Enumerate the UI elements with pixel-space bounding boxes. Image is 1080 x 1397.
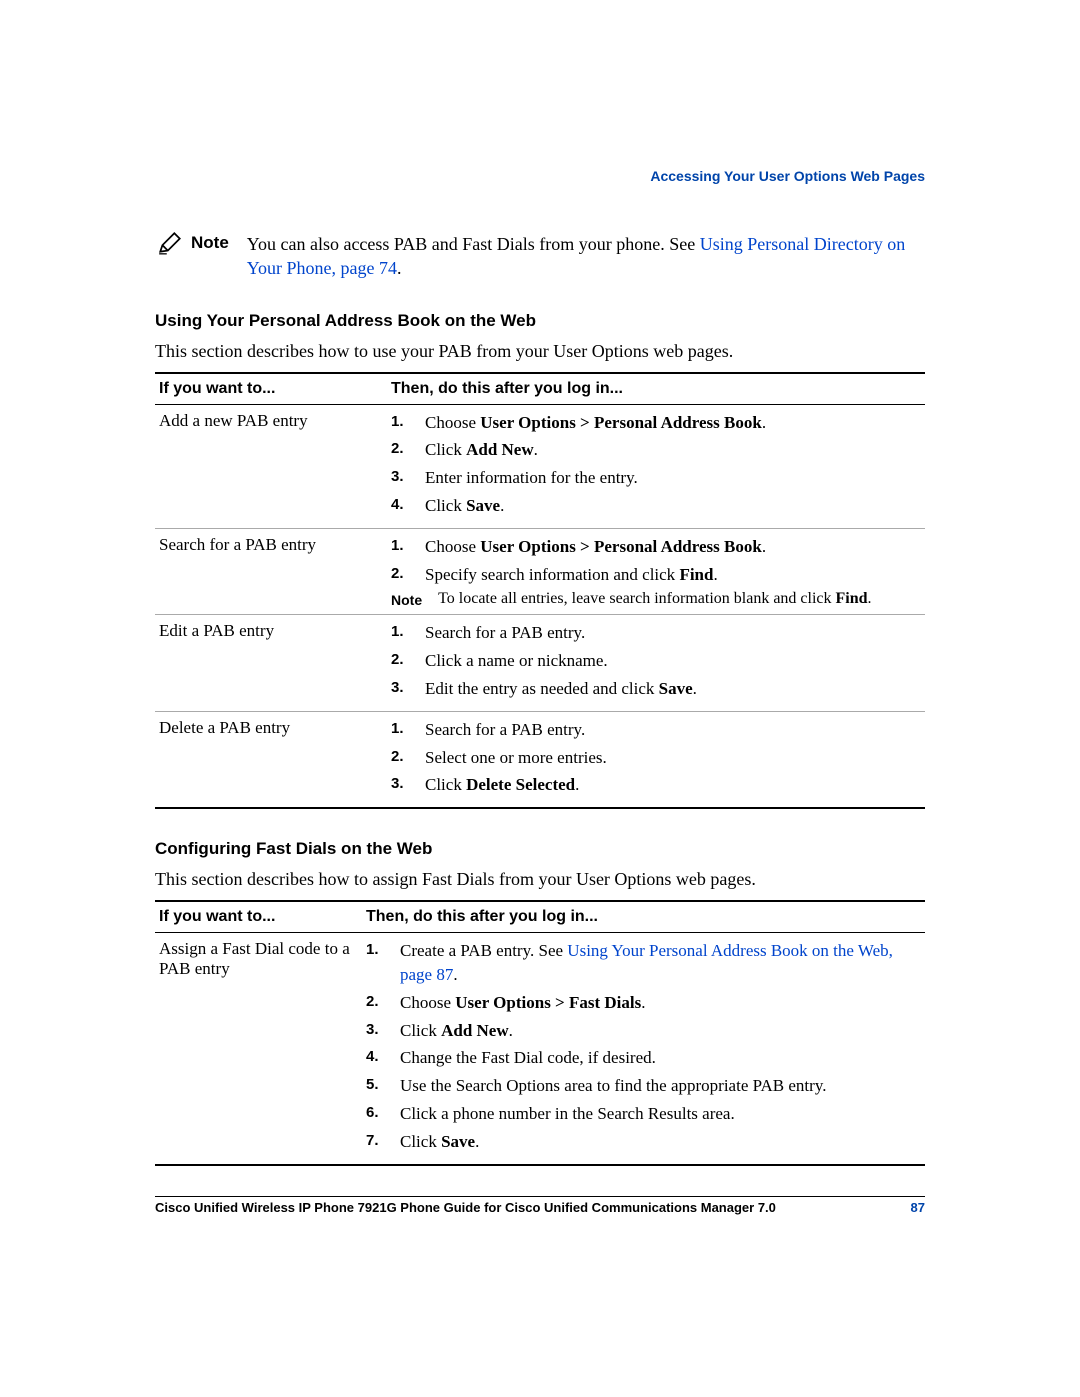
step-text: Click a name or nickname. xyxy=(425,651,608,670)
inner-note-label: Note xyxy=(391,590,422,608)
step-text: Search for a PAB entry. xyxy=(425,720,585,739)
note-suffix: . xyxy=(397,258,402,278)
step-text: . xyxy=(693,679,697,698)
step-text: Choose xyxy=(425,537,480,556)
document-page: Accessing Your User Options Web Pages No… xyxy=(0,0,1080,1397)
step-text: . xyxy=(641,993,645,1012)
step-text: Click a phone number in the Search Resul… xyxy=(400,1104,735,1123)
cell-if: Delete a PAB entry xyxy=(155,711,387,808)
th-if: If you want to... xyxy=(155,901,362,933)
step-text: Search for a PAB entry. xyxy=(425,623,585,642)
step-bold: Save xyxy=(466,496,500,515)
section-intro-pab: This section describes how to use your P… xyxy=(155,341,925,362)
th-if: If you want to... xyxy=(155,373,387,405)
step-text: Change the Fast Dial code, if desired. xyxy=(400,1048,656,1067)
cell-if: Search for a PAB entry xyxy=(155,528,387,615)
cell-then: 1.Choose User Options > Personal Address… xyxy=(387,404,925,528)
cell-then: 1.Choose User Options > Personal Address… xyxy=(387,528,925,615)
inner-note-text: To locate all entries, leave search info… xyxy=(438,590,871,608)
note-prefix: You can also access PAB and Fast Dials f… xyxy=(247,234,700,254)
step-text: Specify search information and click xyxy=(425,565,679,584)
step-text: Edit the entry as needed and click xyxy=(425,679,659,698)
step-bold: User Options > Personal Address Book xyxy=(480,413,762,432)
text: To locate all entries, leave search info… xyxy=(438,590,835,607)
step-text: . xyxy=(575,775,579,794)
step-text: Choose xyxy=(400,993,455,1012)
step-text: . xyxy=(509,1021,513,1040)
step-text: Select one or more entries. xyxy=(425,748,607,767)
footer-doc-title: Cisco Unified Wireless IP Phone 7921G Ph… xyxy=(155,1200,776,1215)
table-header-row: If you want to... Then, do this after yo… xyxy=(155,901,925,933)
step-text: Create a PAB entry. See xyxy=(400,941,567,960)
step-text: . xyxy=(500,496,504,515)
step-bold: Save xyxy=(659,679,693,698)
table-header-row: If you want to... Then, do this after yo… xyxy=(155,373,925,405)
cell-if: Assign a Fast Dial code to a PAB entry xyxy=(155,933,362,1165)
step-text: . xyxy=(762,537,766,556)
step-text: Click xyxy=(425,440,466,459)
table-row: Assign a Fast Dial code to a PAB entry 1… xyxy=(155,933,925,1165)
note-label: Note xyxy=(191,230,229,255)
cell-then: 1.Search for a PAB entry. 2.Click a name… xyxy=(387,615,925,711)
table-row: Delete a PAB entry 1.Search for a PAB en… xyxy=(155,711,925,808)
text: . xyxy=(868,590,872,607)
section-heading-pab: Using Your Personal Address Book on the … xyxy=(155,311,925,331)
step-text: . xyxy=(713,565,717,584)
table-row: Add a new PAB entry 1.Choose User Option… xyxy=(155,404,925,528)
step-text: . xyxy=(453,965,457,984)
step-bold: Find xyxy=(679,565,713,584)
step-text: Click xyxy=(425,775,466,794)
step-text: . xyxy=(475,1132,479,1151)
pab-table: If you want to... Then, do this after yo… xyxy=(155,372,925,810)
page-footer: Cisco Unified Wireless IP Phone 7921G Ph… xyxy=(155,1196,925,1215)
table-row: Search for a PAB entry 1.Choose User Opt… xyxy=(155,528,925,615)
th-then: Then, do this after you log in... xyxy=(387,373,925,405)
section-intro-fastdial: This section describes how to assign Fas… xyxy=(155,869,925,890)
inner-note: Note To locate all entries, leave search… xyxy=(391,590,919,608)
cell-if: Edit a PAB entry xyxy=(155,615,387,711)
step-text: Click xyxy=(425,496,466,515)
step-bold: Delete Selected xyxy=(466,775,575,794)
step-text: Choose xyxy=(425,413,480,432)
th-then: Then, do this after you log in... xyxy=(362,901,925,933)
step-bold: Add New xyxy=(441,1021,509,1040)
section-heading-fastdial: Configuring Fast Dials on the Web xyxy=(155,839,925,859)
running-head: Accessing Your User Options Web Pages xyxy=(650,168,925,184)
step-bold: User Options > Fast Dials xyxy=(455,993,641,1012)
cell-then: 1.Create a PAB entry. See Using Your Per… xyxy=(362,933,925,1165)
cell-then: 1.Search for a PAB entry. 2.Select one o… xyxy=(387,711,925,808)
note-text: You can also access PAB and Fast Dials f… xyxy=(247,230,925,281)
step-bold: Add New xyxy=(466,440,534,459)
table-row: Edit a PAB entry 1.Search for a PAB entr… xyxy=(155,615,925,711)
fastdial-table: If you want to... Then, do this after yo… xyxy=(155,900,925,1165)
step-text: Enter information for the entry. xyxy=(425,468,638,487)
footer-page-number: 87 xyxy=(911,1200,925,1215)
bold: Find xyxy=(836,590,868,607)
step-text: . xyxy=(762,413,766,432)
step-bold: Save xyxy=(441,1132,475,1151)
step-bold: User Options > Personal Address Book xyxy=(480,537,762,556)
cell-if: Add a new PAB entry xyxy=(155,404,387,528)
pencil-icon xyxy=(155,230,185,262)
step-text: Click xyxy=(400,1021,441,1040)
step-text: . xyxy=(534,440,538,459)
note-block: Note You can also access PAB and Fast Di… xyxy=(155,230,925,281)
step-text: Click xyxy=(400,1132,441,1151)
step-text: Use the Search Options area to find the … xyxy=(400,1076,826,1095)
